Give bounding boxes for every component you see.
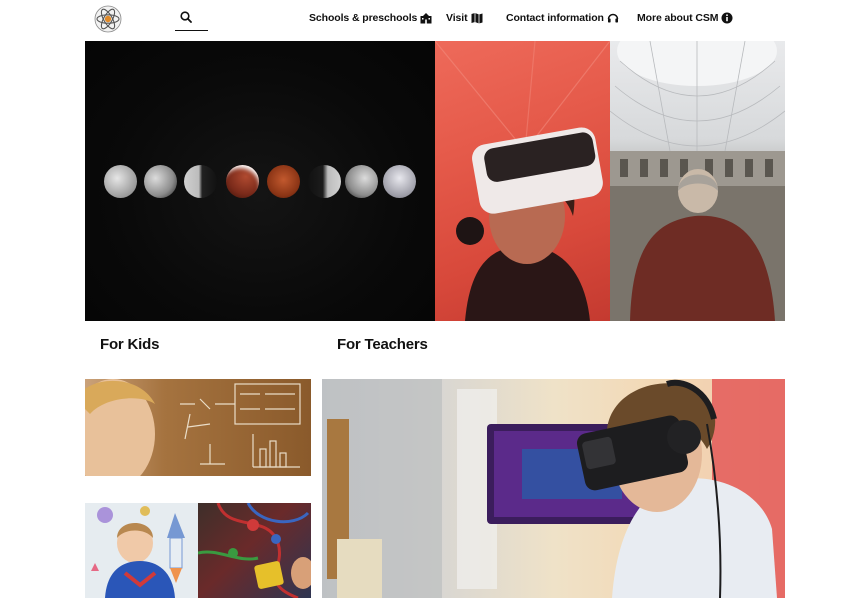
kids-image-math-chalkboard[interactable]: [85, 379, 311, 476]
moon-phase: [345, 165, 378, 198]
nav-more-about-csm[interactable]: More about CSM: [637, 12, 733, 24]
moon-phase: [184, 165, 217, 198]
atom-logo-icon[interactable]: [94, 5, 122, 33]
moon-phase: [104, 165, 137, 198]
search-icon: [180, 11, 192, 23]
nav-more-label: More about CSM: [637, 12, 719, 24]
vr-person-illustration: [435, 41, 610, 321]
school-building-icon: [420, 13, 432, 24]
kids-image-bead-maze-toy[interactable]: [198, 503, 311, 598]
moon-phase: [308, 165, 341, 198]
search-button[interactable]: [175, 8, 208, 31]
kids-image-rocket-child[interactable]: [85, 503, 198, 598]
hero-image-dome-hall[interactable]: [610, 41, 785, 321]
nav-schools-label: Schools & preschools: [309, 12, 418, 24]
section-label-for-teachers[interactable]: For Teachers: [337, 336, 428, 353]
moon-phase: [226, 165, 259, 198]
moon-phase: [267, 165, 300, 198]
info-circle-icon: [721, 12, 733, 24]
nav-schools-preschools[interactable]: Schools & preschools: [309, 12, 432, 24]
nav-visit[interactable]: Visit: [446, 12, 483, 24]
hero-image-vr-headset[interactable]: [435, 41, 610, 321]
math-girl-illustration: [85, 379, 301, 476]
map-icon: [471, 13, 482, 24]
section-label-for-kids[interactable]: For Kids: [100, 336, 159, 353]
bead-maze-illustration: [198, 503, 311, 598]
rocket-child-illustration: [91, 506, 185, 598]
moon-phase: [383, 165, 416, 198]
dome-hall-illustration: [610, 41, 785, 321]
teachers-image-boy-vr[interactable]: [322, 379, 785, 598]
moon-phase: [144, 165, 177, 198]
nav-contact-label: Contact information: [506, 12, 604, 24]
site-header: Schools & preschools Visit Contact infor…: [0, 0, 864, 40]
boy-vr-illustration: [322, 379, 785, 598]
headset-icon: [607, 13, 619, 23]
nav-visit-label: Visit: [446, 12, 468, 24]
hero-image-moon-phases[interactable]: [85, 41, 435, 321]
nav-contact-information[interactable]: Contact information: [506, 12, 619, 24]
